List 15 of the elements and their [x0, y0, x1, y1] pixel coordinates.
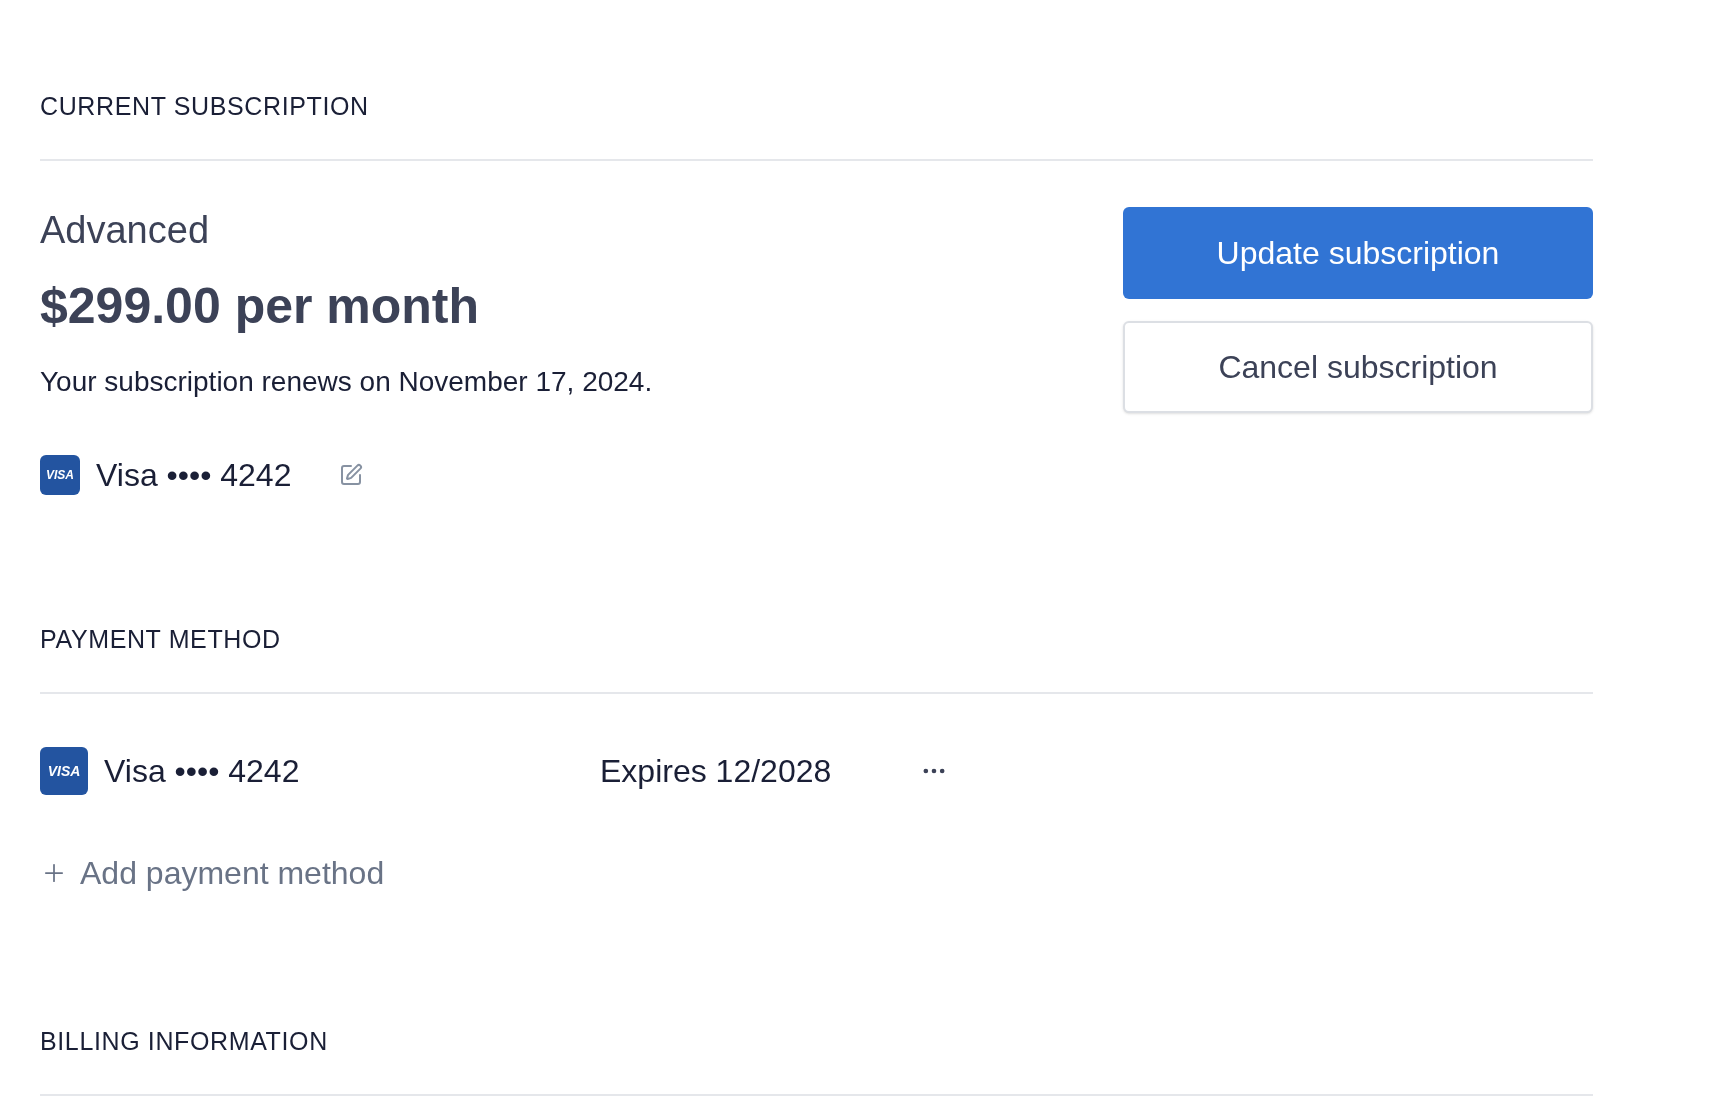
- add-payment-method-link[interactable]: Add payment method: [40, 849, 385, 897]
- cancel-subscription-button[interactable]: Cancel subscription: [1123, 321, 1593, 413]
- section-heading: CURRENT SUBSCRIPTION: [40, 94, 370, 119]
- plan-price: $299.00 per month: [40, 276, 481, 336]
- section-heading: PAYMENT METHOD: [40, 627, 282, 652]
- section-heading: BILLING INFORMATION: [40, 1029, 329, 1054]
- card-label: Visa •••• 4242: [104, 752, 301, 791]
- edit-icon[interactable]: [339, 463, 364, 487]
- visa-card-logo: VISA: [40, 455, 80, 495]
- plan-name: Advanced: [40, 208, 210, 253]
- renewal-note: Your subscription renews on November 17, 2024.: [40, 365, 653, 399]
- card-expiry: Expires 12/2028: [600, 752, 833, 791]
- update-subscription-button[interactable]: Update subscription: [1123, 207, 1593, 299]
- card-label: Visa •••• 4242: [96, 456, 292, 495]
- visa-card-logo: VISA: [40, 747, 88, 795]
